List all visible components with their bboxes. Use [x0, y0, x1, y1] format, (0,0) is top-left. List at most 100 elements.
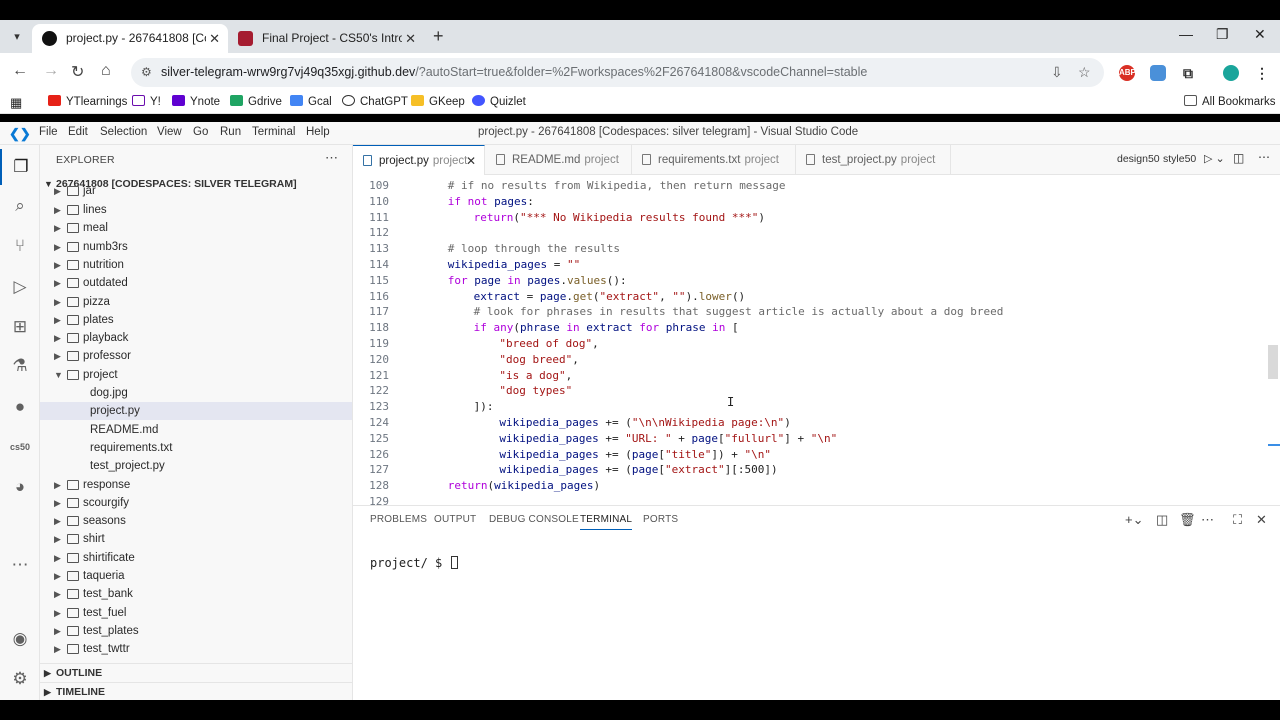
profile-avatar[interactable]: [1223, 65, 1239, 81]
style50-button[interactable]: style50: [1163, 153, 1196, 165]
editor-tab-requirements[interactable]: requirements.txt project: [632, 145, 796, 175]
run-debug-icon[interactable]: ▷: [0, 269, 40, 305]
code-line[interactable]: 115 for page in pages.values():: [353, 273, 1280, 289]
new-terminal-icon[interactable]: +⌄: [1125, 512, 1143, 528]
close-tab-icon[interactable]: ✕: [209, 24, 220, 53]
panel-tab-debug-console[interactable]: DEBUG CONSOLE: [489, 514, 579, 525]
menu-selection[interactable]: Selection: [100, 126, 147, 138]
manage-gear-icon[interactable]: ⚙: [0, 661, 40, 697]
address-bar[interactable]: ⚙ silver-telegram-wrw9rg7vj49q35xgj.gith…: [131, 58, 1104, 87]
panel-more-icon[interactable]: ⋯: [1201, 512, 1214, 528]
code-line[interactable]: 129: [353, 494, 1280, 505]
code-line[interactable]: 125 wikipedia_pages += "URL: " + page["fu…: [353, 431, 1280, 447]
menu-help[interactable]: Help: [306, 126, 330, 138]
code-line[interactable]: 111 return("*** No Wikipedia results foun…: [353, 210, 1280, 226]
reload-icon[interactable]: ↻: [71, 62, 84, 82]
editor-tab-test-project[interactable]: test_project.py project: [796, 145, 951, 175]
terminal-output[interactable]: project/ $: [370, 556, 459, 570]
code-line[interactable]: 113 # loop through the results: [353, 241, 1280, 257]
code-line[interactable]: 117 # look for phrases in results that su…: [353, 304, 1280, 320]
new-tab-icon[interactable]: +: [433, 26, 444, 47]
bookmark-gcal[interactable]: Gcal: [290, 95, 332, 108]
menu-go[interactable]: Go: [193, 126, 208, 138]
file-item[interactable]: README.md: [40, 421, 352, 439]
menu-view[interactable]: View: [157, 126, 182, 138]
code-line[interactable]: 110 if not pages:: [353, 194, 1280, 210]
code-view[interactable]: 109 # if no results from Wikipedia, then …: [353, 176, 1280, 505]
panel-tab-ports[interactable]: PORTS: [643, 514, 678, 525]
code-line[interactable]: 116 extract = page.get("extract", "").low…: [353, 289, 1280, 305]
code-line[interactable]: 114 wikipedia_pages = "": [353, 257, 1280, 273]
design50-button[interactable]: design50: [1117, 153, 1160, 165]
bookmark-quizlet[interactable]: Quizlet: [472, 95, 526, 108]
folder-item[interactable]: ▶ taqueria: [40, 567, 352, 585]
tab-search-chevron-icon[interactable]: ▾: [8, 28, 26, 46]
bookmark-star-icon[interactable]: ☆: [1078, 64, 1091, 81]
source-control-icon[interactable]: ⑂: [0, 228, 40, 264]
github-icon[interactable]: ●: [0, 389, 40, 425]
folder-item[interactable]: ▶ numb3rs: [40, 238, 352, 256]
kill-terminal-icon[interactable]: 🗑: [1179, 512, 1196, 528]
folder-item[interactable]: ▶ shirtificate: [40, 549, 352, 567]
timeline-section[interactable]: ▶ TIMELINE: [40, 682, 352, 700]
install-app-icon[interactable]: ⇩: [1051, 64, 1063, 81]
home-icon[interactable]: ⌂: [101, 62, 111, 80]
testing-flask-icon[interactable]: ⚗: [0, 348, 40, 384]
bookmark-yahoo-mail[interactable]: Y!: [132, 95, 161, 108]
folder-item[interactable]: ▶ test_plates: [40, 622, 352, 640]
extension-icon[interactable]: [1150, 65, 1166, 81]
bookmark-chatgpt[interactable]: ChatGPT: [342, 95, 408, 108]
browser-tab-final-project[interactable]: Final Project - CS50's Introduct ✕: [228, 24, 424, 53]
folder-item[interactable]: ▶ test_fuel: [40, 604, 352, 622]
panel-tab-terminal[interactable]: TERMINAL: [580, 514, 633, 530]
folder-item[interactable]: ▶ playback: [40, 329, 352, 347]
folder-item[interactable]: ▼ project: [40, 366, 352, 384]
bookmark-gdrive[interactable]: Gdrive: [230, 95, 282, 108]
maximize-panel-icon[interactable]: ⛶: [1233, 512, 1242, 528]
folder-item[interactable]: ▶ pizza: [40, 293, 352, 311]
code-line[interactable]: 112: [353, 225, 1280, 241]
folder-item[interactable]: ▶ test_twttr: [40, 640, 352, 658]
browser-menu-icon[interactable]: ⋮: [1254, 65, 1270, 81]
panel-tab-output[interactable]: OUTPUT: [434, 514, 476, 525]
code-line[interactable]: 118 if any(phrase in extract for phrase i…: [353, 320, 1280, 336]
extensions-icon[interactable]: ⊞: [0, 309, 40, 345]
split-terminal-icon[interactable]: ◫: [1156, 512, 1168, 528]
cs50-icon[interactable]: cs50: [0, 429, 40, 465]
folder-item[interactable]: ▶ meal: [40, 219, 352, 237]
close-panel-icon[interactable]: ✕: [1256, 512, 1267, 528]
bookmark-gkeep[interactable]: GKeep: [411, 95, 465, 108]
file-item[interactable]: project.py: [40, 402, 352, 421]
split-editor-icon[interactable]: ◫: [1233, 151, 1244, 165]
code-line[interactable]: 127 wikipedia_pages += (page["extract"][:…: [353, 462, 1280, 478]
code-line[interactable]: 109 # if no results from Wikipedia, then …: [353, 178, 1280, 194]
browser-tab-project[interactable]: project.py - 267641808 [Codesp ✕: [32, 24, 228, 53]
code-line[interactable]: 126 wikipedia_pages += (page["title"]) + …: [353, 447, 1280, 463]
accounts-icon[interactable]: ◉: [0, 621, 40, 657]
editor-scrollbar[interactable]: [1268, 345, 1278, 379]
site-info-icon[interactable]: ⚙: [141, 65, 152, 79]
code-line[interactable]: 119 "breed of dog",: [353, 336, 1280, 352]
file-item[interactable]: dog.jpg: [40, 384, 352, 402]
folder-item[interactable]: ▶ scourgify: [40, 494, 352, 512]
folder-item[interactable]: ▶ outdated: [40, 274, 352, 292]
minimize-icon[interactable]: —: [1179, 26, 1193, 42]
bookmark-ynote[interactable]: Ynote: [172, 95, 220, 108]
folder-item[interactable]: ▶ seasons: [40, 512, 352, 530]
explorer-files-icon[interactable]: ❐: [0, 149, 40, 185]
code-line[interactable]: 128 return(wikipedia_pages): [353, 478, 1280, 494]
folder-item[interactable]: ▶ jar: [40, 182, 352, 200]
code-line[interactable]: 122 "dog types": [353, 383, 1280, 399]
adblock-extension-icon[interactable]: ABP: [1119, 65, 1136, 81]
restore-icon[interactable]: ❐: [1216, 26, 1229, 43]
close-window-icon[interactable]: ✕: [1254, 26, 1266, 43]
back-icon[interactable]: ←: [12, 62, 28, 80]
folder-item[interactable]: ▶ plates: [40, 311, 352, 329]
outline-section[interactable]: ▶ OUTLINE: [40, 663, 352, 681]
ducky-icon[interactable]: ◕: [0, 469, 40, 505]
bookmark-ytlearnings[interactable]: YTlearnings: [48, 95, 127, 108]
explorer-more-icon[interactable]: ⋯: [325, 150, 338, 166]
apps-grid-icon[interactable]: ▦: [10, 95, 22, 111]
menu-terminal[interactable]: Terminal: [252, 126, 295, 138]
all-bookmarks[interactable]: All Bookmarks: [1184, 95, 1276, 108]
